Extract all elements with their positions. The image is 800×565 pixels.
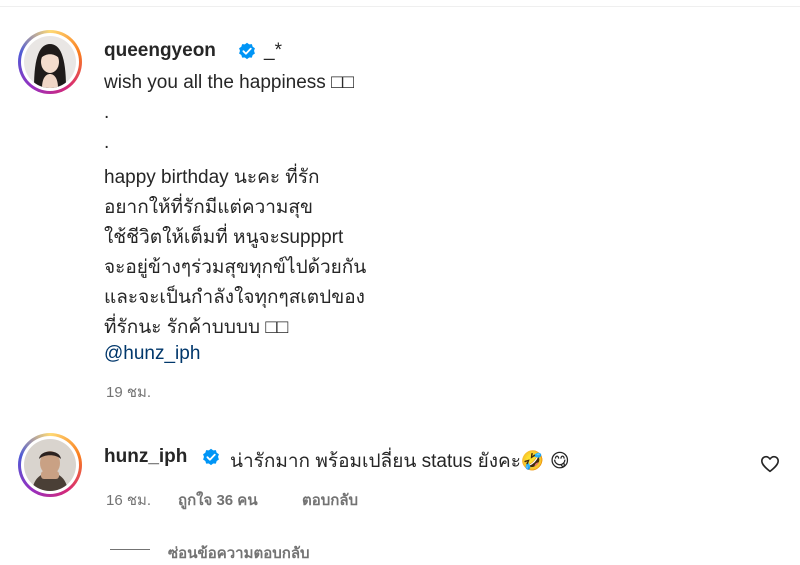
- comment-username[interactable]: queengyeon: [104, 40, 216, 62]
- verified-badge-icon: [239, 42, 255, 60]
- divider: [0, 6, 800, 7]
- comment-suffix: _*: [264, 40, 282, 61]
- comment-line: wish you all the happiness □□: [104, 72, 355, 93]
- verified-badge-icon: [203, 448, 219, 466]
- comment-line: จะอยู่ข้างๆร่วมสุขทุกข์ไปด้วยกัน: [104, 257, 367, 278]
- reply-text: น่ารักมาก พร้อมเปลี่ยน status ยังคะ🤣 😋: [230, 451, 570, 472]
- hide-replies-button[interactable]: ซ่อนข้อความตอบกลับ: [168, 541, 310, 565]
- reply-likes[interactable]: ถูกใจ 36 คน: [178, 488, 258, 512]
- reply-timestamp[interactable]: 16 ชม.: [106, 488, 151, 512]
- comment-line: happy birthday นะคะ ที่รัก: [104, 167, 320, 188]
- comment-line: .: [104, 102, 110, 123]
- comment-line: อยากให้ที่รักมีแต่ความสุข: [104, 197, 314, 218]
- comment-line: ที่รักนะ รักค้าบบบบ □□: [104, 317, 289, 338]
- mention-link[interactable]: @hunz_iph: [104, 343, 200, 365]
- comment-line: ใช้ชีวิตให้เต็มที่ หนูจะsuppprt: [104, 227, 344, 248]
- comment-timestamp[interactable]: 19 ชม.: [106, 380, 151, 404]
- reply-username[interactable]: hunz_iph: [104, 446, 187, 468]
- reply-button[interactable]: ตอบกลับ: [302, 488, 358, 512]
- avatar-hunz-iph[interactable]: [18, 433, 82, 497]
- comment-line: และจะเป็นกำลังใจทุกๆสเตปของ: [104, 287, 365, 308]
- hide-replies-line: [110, 549, 150, 550]
- avatar-queengyeon[interactable]: [18, 30, 82, 94]
- comment-line: .: [104, 132, 110, 153]
- heart-outline-icon[interactable]: [760, 455, 780, 473]
